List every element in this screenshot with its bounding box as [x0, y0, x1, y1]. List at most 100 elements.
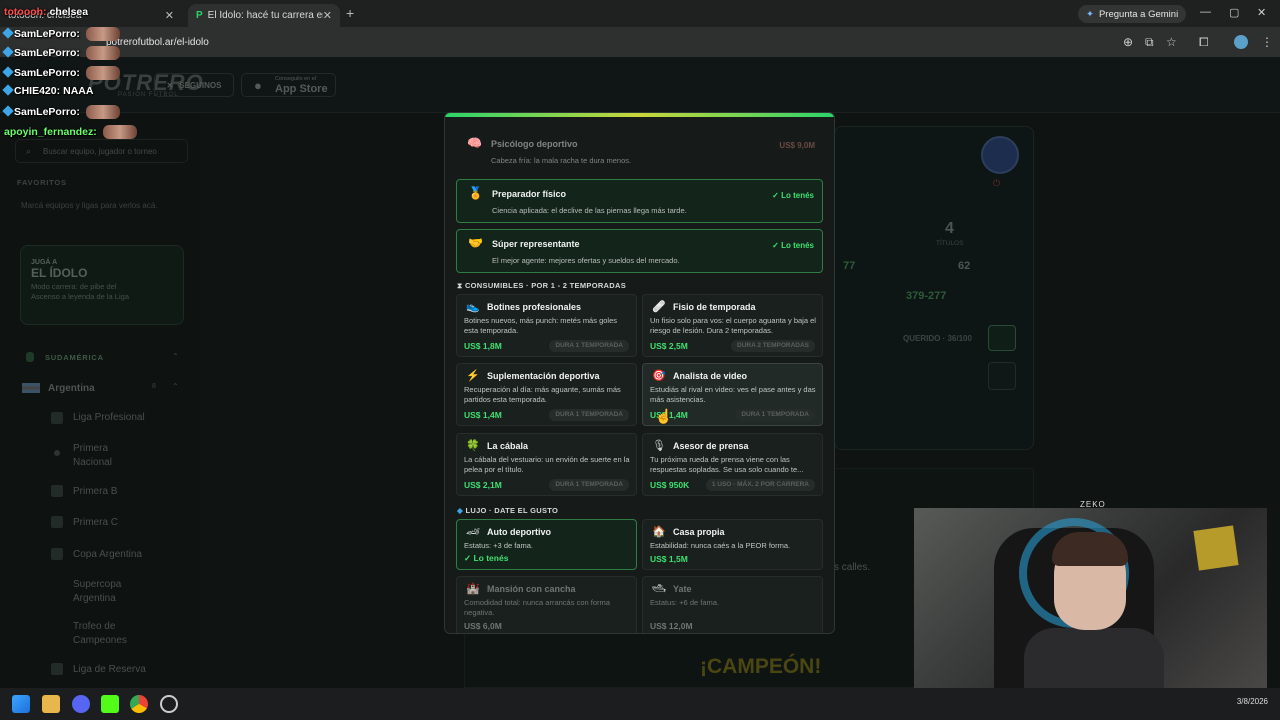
extensions-icon[interactable]: ⧠	[1199, 35, 1209, 50]
item-title: Auto deportivo	[487, 527, 551, 537]
menu-kebab-icon[interactable]: ⋮	[1261, 35, 1273, 49]
duration-pill: DURA 1 TEMPORADA	[549, 479, 629, 491]
sidebar-item-liga-profesional[interactable]: Liga Profesional	[73, 412, 145, 423]
potrero-favicon-icon: P	[196, 10, 203, 21]
history-button[interactable]	[988, 362, 1016, 390]
chat-message: SamLePorro:	[2, 27, 120, 41]
item-casa[interactable]: 🏠 Casa propia Estabilidad: nunca caés a …	[642, 519, 823, 570]
item-psicologo[interactable]: 🧠 Psicólogo deportivo Cabeza fría: la ma…	[456, 130, 823, 174]
item-title: La cábala	[487, 441, 529, 451]
bandage-icon: 🩹	[652, 301, 666, 313]
country-argentina[interactable]: Argentina	[48, 383, 95, 394]
clover-icon: 🍀	[466, 440, 480, 452]
item-price: US$ 1,4M	[464, 410, 502, 420]
clock-date: 3/8/2026	[1236, 697, 1268, 706]
item-cabala[interactable]: 🍀 La cábala La cábala del vestuario: un …	[456, 433, 637, 496]
favorites-hint: Marcá equipos y ligas para verlos acá.	[21, 201, 158, 210]
chat-message: CHIE420: NAAA	[2, 84, 93, 97]
sidebar-item-primera-nacional[interactable]: Primera Nacional	[73, 442, 133, 470]
chevron-up-icon[interactable]: ⌃	[172, 352, 179, 361]
minimize-icon[interactable]: —	[1200, 6, 1211, 18]
el-idolo-promo-card[interactable]: JUGÁ A EL ÍDOLO Modo carrera: de pibe de…	[20, 245, 184, 325]
maximize-icon[interactable]: ▢	[1229, 6, 1239, 19]
item-title: Fisio de temporada	[673, 302, 756, 312]
chat-emote-icon	[85, 27, 120, 41]
duration-pill: DURA 1 TEMPORADA	[549, 409, 629, 421]
trophy-icon: 🏅	[468, 186, 483, 200]
chat-message: SamLePorro:	[2, 105, 120, 119]
sidebar-item-primera-c[interactable]: Primera C	[73, 517, 118, 528]
chat-message: SamLePorro:	[2, 46, 120, 60]
sidebar-item-primera-b[interactable]: Primera B	[73, 486, 117, 497]
app-store-button[interactable]: ● Conseguilo en el App Store	[241, 73, 336, 97]
zoom-icon[interactable]: ⊕	[1123, 35, 1133, 49]
item-auto[interactable]: 🏎 Auto deportivo Estatus: +3 de fama. ✓ …	[456, 519, 637, 570]
owned-badge: ✓ Lo tenés	[464, 553, 509, 563]
file-explorer-icon[interactable]	[42, 695, 60, 713]
taskbar	[0, 688, 1280, 720]
cup-icon	[51, 548, 63, 560]
app-store-big: App Store	[275, 83, 328, 95]
item-suplementacion[interactable]: ⚡ Suplementación deportiva Recuperación …	[456, 363, 637, 426]
chrome-icon[interactable]	[130, 695, 148, 713]
league-icon	[51, 412, 63, 424]
castle-icon: 🏰	[466, 583, 480, 595]
item-yate[interactable]: 🛥 Yate Estatus: +6 de fama. US$ 12,0M	[642, 576, 823, 633]
subscriber-badge-icon	[2, 84, 14, 96]
sidebar-item-copa-argentina[interactable]: Copa Argentina	[73, 549, 142, 560]
shop-button[interactable]	[988, 325, 1016, 351]
yacht-icon: 🛥	[652, 583, 666, 595]
chevron-up-icon[interactable]: ⌃	[172, 382, 179, 391]
chat-username: SamLePorro:	[14, 105, 80, 118]
region-heading[interactable]: SUDAMÉRICA	[45, 353, 104, 362]
windows-start-icon[interactable]	[12, 695, 30, 713]
new-tab-button[interactable]: +	[346, 5, 354, 21]
item-preparador[interactable]: 🏅 Preparador físico Ciencia aplicada: el…	[456, 179, 823, 223]
chat-emote-icon	[85, 46, 120, 60]
sidebar-item-liga-reserva[interactable]: Liga de Reserva	[73, 664, 146, 675]
logout-icon[interactable]: ⏻	[993, 178, 1000, 189]
item-price: US$ 2,5M	[650, 341, 688, 351]
sidebar-item-supercopa[interactable]: Supercopa Argentina	[73, 578, 143, 606]
profile-avatar[interactable]	[1234, 35, 1248, 49]
club-crest-icon	[981, 136, 1019, 174]
querido-meter: QUERIDO · 36/100	[903, 334, 972, 343]
follow-x-button[interactable]: ✕ SEGUINOS	[154, 73, 234, 97]
item-fisio[interactable]: 🩹 Fisio de temporada Un fisio solo para …	[642, 294, 823, 357]
item-prensa[interactable]: 🎙 Asesor de prensa Tu próxima rueda de p…	[642, 433, 823, 496]
item-price: US$ 950K	[650, 480, 690, 490]
item-botines[interactable]: 👟 Botines profesionales Botines nuevos, …	[456, 294, 637, 357]
bullet-icon	[54, 450, 60, 456]
gemini-button[interactable]: ✦ Pregunta a Gemini	[1078, 5, 1187, 23]
x-logo-icon: ✕	[166, 80, 174, 90]
share-icon[interactable]: ⧉	[1145, 35, 1154, 50]
close-icon[interactable]: ✕	[165, 9, 174, 22]
item-title: Asesor de prensa	[673, 441, 749, 451]
kick-icon[interactable]	[101, 695, 119, 713]
window-close-icon[interactable]: ✕	[1257, 6, 1266, 19]
item-mansion[interactable]: 🏰 Mansión con cancha Comodidad total: nu…	[456, 576, 637, 633]
subscriber-badge-icon	[2, 105, 14, 117]
chat-username: apoyin_fernandez:	[4, 125, 97, 138]
item-price: US$ 1,8M	[464, 341, 502, 351]
tab-title: El Ídolo: hacé tu carrera en la L...	[207, 10, 323, 21]
close-icon[interactable]: ✕	[323, 9, 332, 22]
owned-badge: ✓ Lo tenés	[772, 241, 814, 250]
bookmark-star-icon[interactable]: ☆	[1166, 35, 1177, 49]
item-title: Casa propia	[673, 527, 725, 537]
item-desc: Estatus: +6 de fama.	[650, 598, 719, 607]
league-icon	[51, 516, 63, 528]
item-title: Botines profesionales	[487, 302, 582, 312]
url-field[interactable]: potrerofutbol.ar/el-idolo	[106, 37, 209, 48]
search-input[interactable]: Buscar equipo, jugador o torneo	[15, 139, 188, 163]
obs-icon[interactable]	[160, 695, 178, 713]
item-representante[interactable]: 🤝 Súper representante El mejor agente: m…	[456, 229, 823, 273]
item-desc: Estabilidad: nunca caés a la PEOR forma.	[650, 541, 791, 550]
browser-tab-active[interactable]: P El Ídolo: hacé tu carrera en la L... ✕	[188, 4, 340, 27]
consumables-heading: ⧗ CONSUMIBLES · POR 1 - 2 TEMPORADAS	[457, 281, 626, 290]
item-desc: Botines nuevos, más punch: metés más gol…	[464, 316, 617, 335]
item-price: US$ 12,0M	[650, 621, 693, 631]
sidebar-item-trofeo[interactable]: Trofeo de Campeones	[73, 620, 143, 648]
item-title: Analista de video	[673, 371, 748, 381]
discord-icon[interactable]	[72, 695, 90, 713]
